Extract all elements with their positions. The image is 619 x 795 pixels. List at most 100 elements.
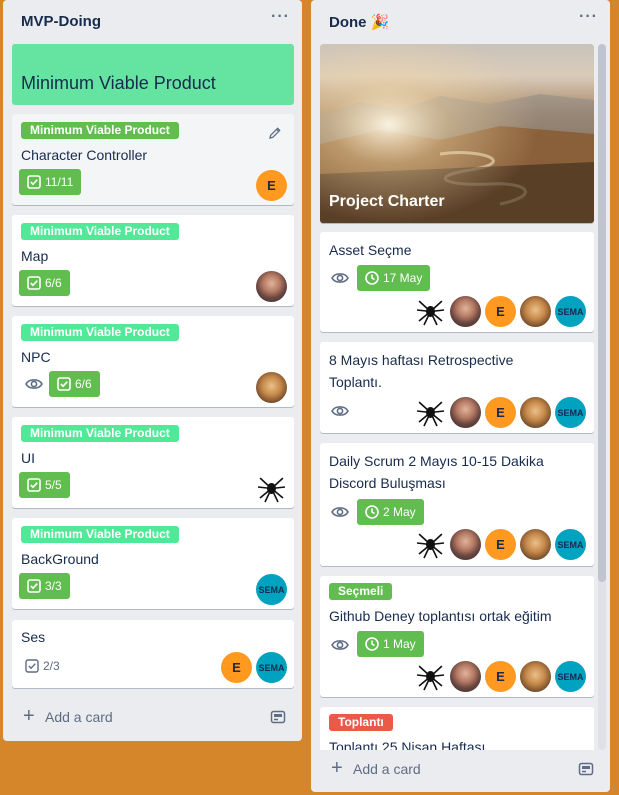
card-title-line2: Toplantı. <box>329 374 382 390</box>
card-title: Minimum Viable Product <box>21 73 216 93</box>
checklist-icon <box>25 659 39 673</box>
card-title-line1: Daily Scrum 2 Mayıs 10-15 Dakika <box>329 453 544 469</box>
checklist-icon <box>27 579 41 593</box>
list-cards-scroll[interactable]: Project Charter Asset Seçme 17 May E SEM… <box>311 44 610 750</box>
list-title[interactable]: MVP-Doing <box>21 13 101 30</box>
card-asset-secme[interactable]: Asset Seçme 17 May E SEMA <box>320 232 594 332</box>
card-background[interactable]: Minimum Viable Product BackGround 3/3 SE… <box>12 518 294 609</box>
avatar-portrait[interactable] <box>450 661 481 692</box>
add-card-label: Add a card <box>45 709 113 725</box>
card-label[interactable]: Minimum Viable Product <box>21 324 179 341</box>
checklist-icon <box>27 276 41 290</box>
avatar[interactable]: E <box>221 652 252 683</box>
avatar-man[interactable] <box>520 529 551 560</box>
checklist-badge: 3/3 <box>19 573 70 599</box>
card-title-line1: 8 Mayıs haftası Retrospective <box>329 352 514 368</box>
avatar[interactable]: SEMA <box>256 574 287 605</box>
avatar[interactable]: E <box>485 661 516 692</box>
avatar-man[interactable] <box>256 372 287 403</box>
card-label[interactable]: Seçmeli <box>329 583 393 600</box>
avatar-portrait[interactable] <box>450 296 481 327</box>
card-project-charter[interactable]: Project Charter <box>320 44 594 223</box>
spider-avatar[interactable] <box>415 529 446 560</box>
card-template-icon[interactable] <box>270 709 286 730</box>
checklist-count: 2/3 <box>43 659 60 673</box>
list-mvp-doing: MVP-Doing ··· Minimum Viable Product Min… <box>3 0 302 741</box>
card-daily-scrum[interactable]: Daily Scrum 2 Mayıs 10-15 Dakika Discord… <box>320 443 594 566</box>
list-menu-button[interactable]: ··· <box>579 8 598 26</box>
due-date: 17 May <box>383 271 423 285</box>
avatar[interactable]: SEMA <box>555 529 586 560</box>
card-mvp-header[interactable]: Minimum Viable Product <box>12 44 294 105</box>
eye-icon <box>25 379 43 389</box>
add-card-label: Add a card <box>353 761 421 777</box>
avatar[interactable]: SEMA <box>555 661 586 692</box>
list-header: Done 🎉 ··· <box>311 0 610 44</box>
card-retrospective[interactable]: 8 Mayıs haftası Retrospective Toplantı. … <box>320 342 594 433</box>
card-title: NPC <box>21 349 51 365</box>
list-menu-button[interactable]: ··· <box>271 8 290 26</box>
checklist-icon <box>27 478 41 492</box>
card-label[interactable]: Minimum Viable Product <box>21 526 179 543</box>
avatar[interactable]: E <box>485 397 516 428</box>
add-card-button[interactable]: + Add a card <box>3 703 302 731</box>
pencil-icon[interactable] <box>268 126 282 145</box>
eye-icon <box>331 406 349 416</box>
avatar[interactable]: E <box>485 296 516 327</box>
checklist-badge: 5/5 <box>19 472 70 498</box>
card-map[interactable]: Minimum Viable Product Map 6/6 <box>12 215 294 306</box>
cover-image: Project Charter <box>320 44 594 223</box>
add-card-button[interactable]: + Add a card <box>311 755 610 783</box>
plus-icon: + <box>331 757 343 779</box>
avatar[interactable]: E <box>256 170 287 201</box>
avatar[interactable]: E <box>485 529 516 560</box>
avatar-portrait[interactable] <box>450 397 481 428</box>
card-title: Ses <box>21 629 46 645</box>
card-npc[interactable]: Minimum Viable Product NPC 6/6 <box>12 316 294 407</box>
avatar[interactable]: SEMA <box>555 397 586 428</box>
avatar-man[interactable] <box>520 397 551 428</box>
plus-icon: + <box>23 705 35 727</box>
card-github-deney[interactable]: Seçmeli Github Deney toplantısı ortak eğ… <box>320 576 594 697</box>
avatar[interactable]: SEMA <box>555 296 586 327</box>
checklist-count: 3/3 <box>45 579 62 593</box>
list-header: MVP-Doing ··· <box>3 0 302 44</box>
card-title: BackGround <box>21 551 99 567</box>
card-title: Asset Seçme <box>329 242 412 258</box>
list-scrollbar[interactable] <box>598 44 606 750</box>
avatar-man[interactable] <box>520 661 551 692</box>
card-label[interactable]: Minimum Viable Product <box>21 223 179 240</box>
card-title: UI <box>21 450 35 466</box>
avatar-portrait[interactable] <box>450 529 481 560</box>
card-toplanti-25-nisan[interactable]: Toplantı Toplantı 25 Nisan Haftası <box>320 707 594 750</box>
card-label[interactable]: Minimum Viable Product <box>21 122 179 139</box>
checklist-badge: 6/6 <box>19 270 70 296</box>
card-title-line2: Discord Buluşması <box>329 475 446 491</box>
list-title[interactable]: Done 🎉 <box>329 13 389 31</box>
card-ses[interactable]: Ses 2/3 E SEMA <box>12 620 294 688</box>
eye-icon <box>331 273 349 283</box>
checklist-badge: 6/6 <box>49 371 100 397</box>
avatar[interactable]: SEMA <box>256 652 287 683</box>
spider-avatar[interactable] <box>415 661 446 692</box>
card-title: Toplantı 25 Nisan Haftası <box>329 739 486 750</box>
due-date: 2 May <box>383 505 416 519</box>
spider-avatar[interactable] <box>415 296 446 327</box>
card-template-icon[interactable] <box>578 761 594 782</box>
due-date-badge[interactable]: 2 May <box>357 499 424 525</box>
eye-icon <box>331 640 349 650</box>
spider-avatar[interactable] <box>415 397 446 428</box>
checklist-icon <box>27 175 41 189</box>
card-label[interactable]: Toplantı <box>329 714 393 731</box>
avatar-man[interactable] <box>520 296 551 327</box>
due-date-badge[interactable]: 1 May <box>357 631 424 657</box>
scrollbar-thumb[interactable] <box>598 44 606 582</box>
spider-avatar[interactable] <box>256 473 287 504</box>
card-label[interactable]: Minimum Viable Product <box>21 425 179 442</box>
avatar-portrait[interactable] <box>256 271 287 302</box>
card-character-controller[interactable]: Minimum Viable Product Character Control… <box>12 114 294 205</box>
due-date-badge[interactable]: 17 May <box>357 265 431 291</box>
eye-icon <box>331 507 349 517</box>
card-title: Project Charter <box>329 193 445 210</box>
card-ui[interactable]: Minimum Viable Product UI 5/5 <box>12 417 294 508</box>
